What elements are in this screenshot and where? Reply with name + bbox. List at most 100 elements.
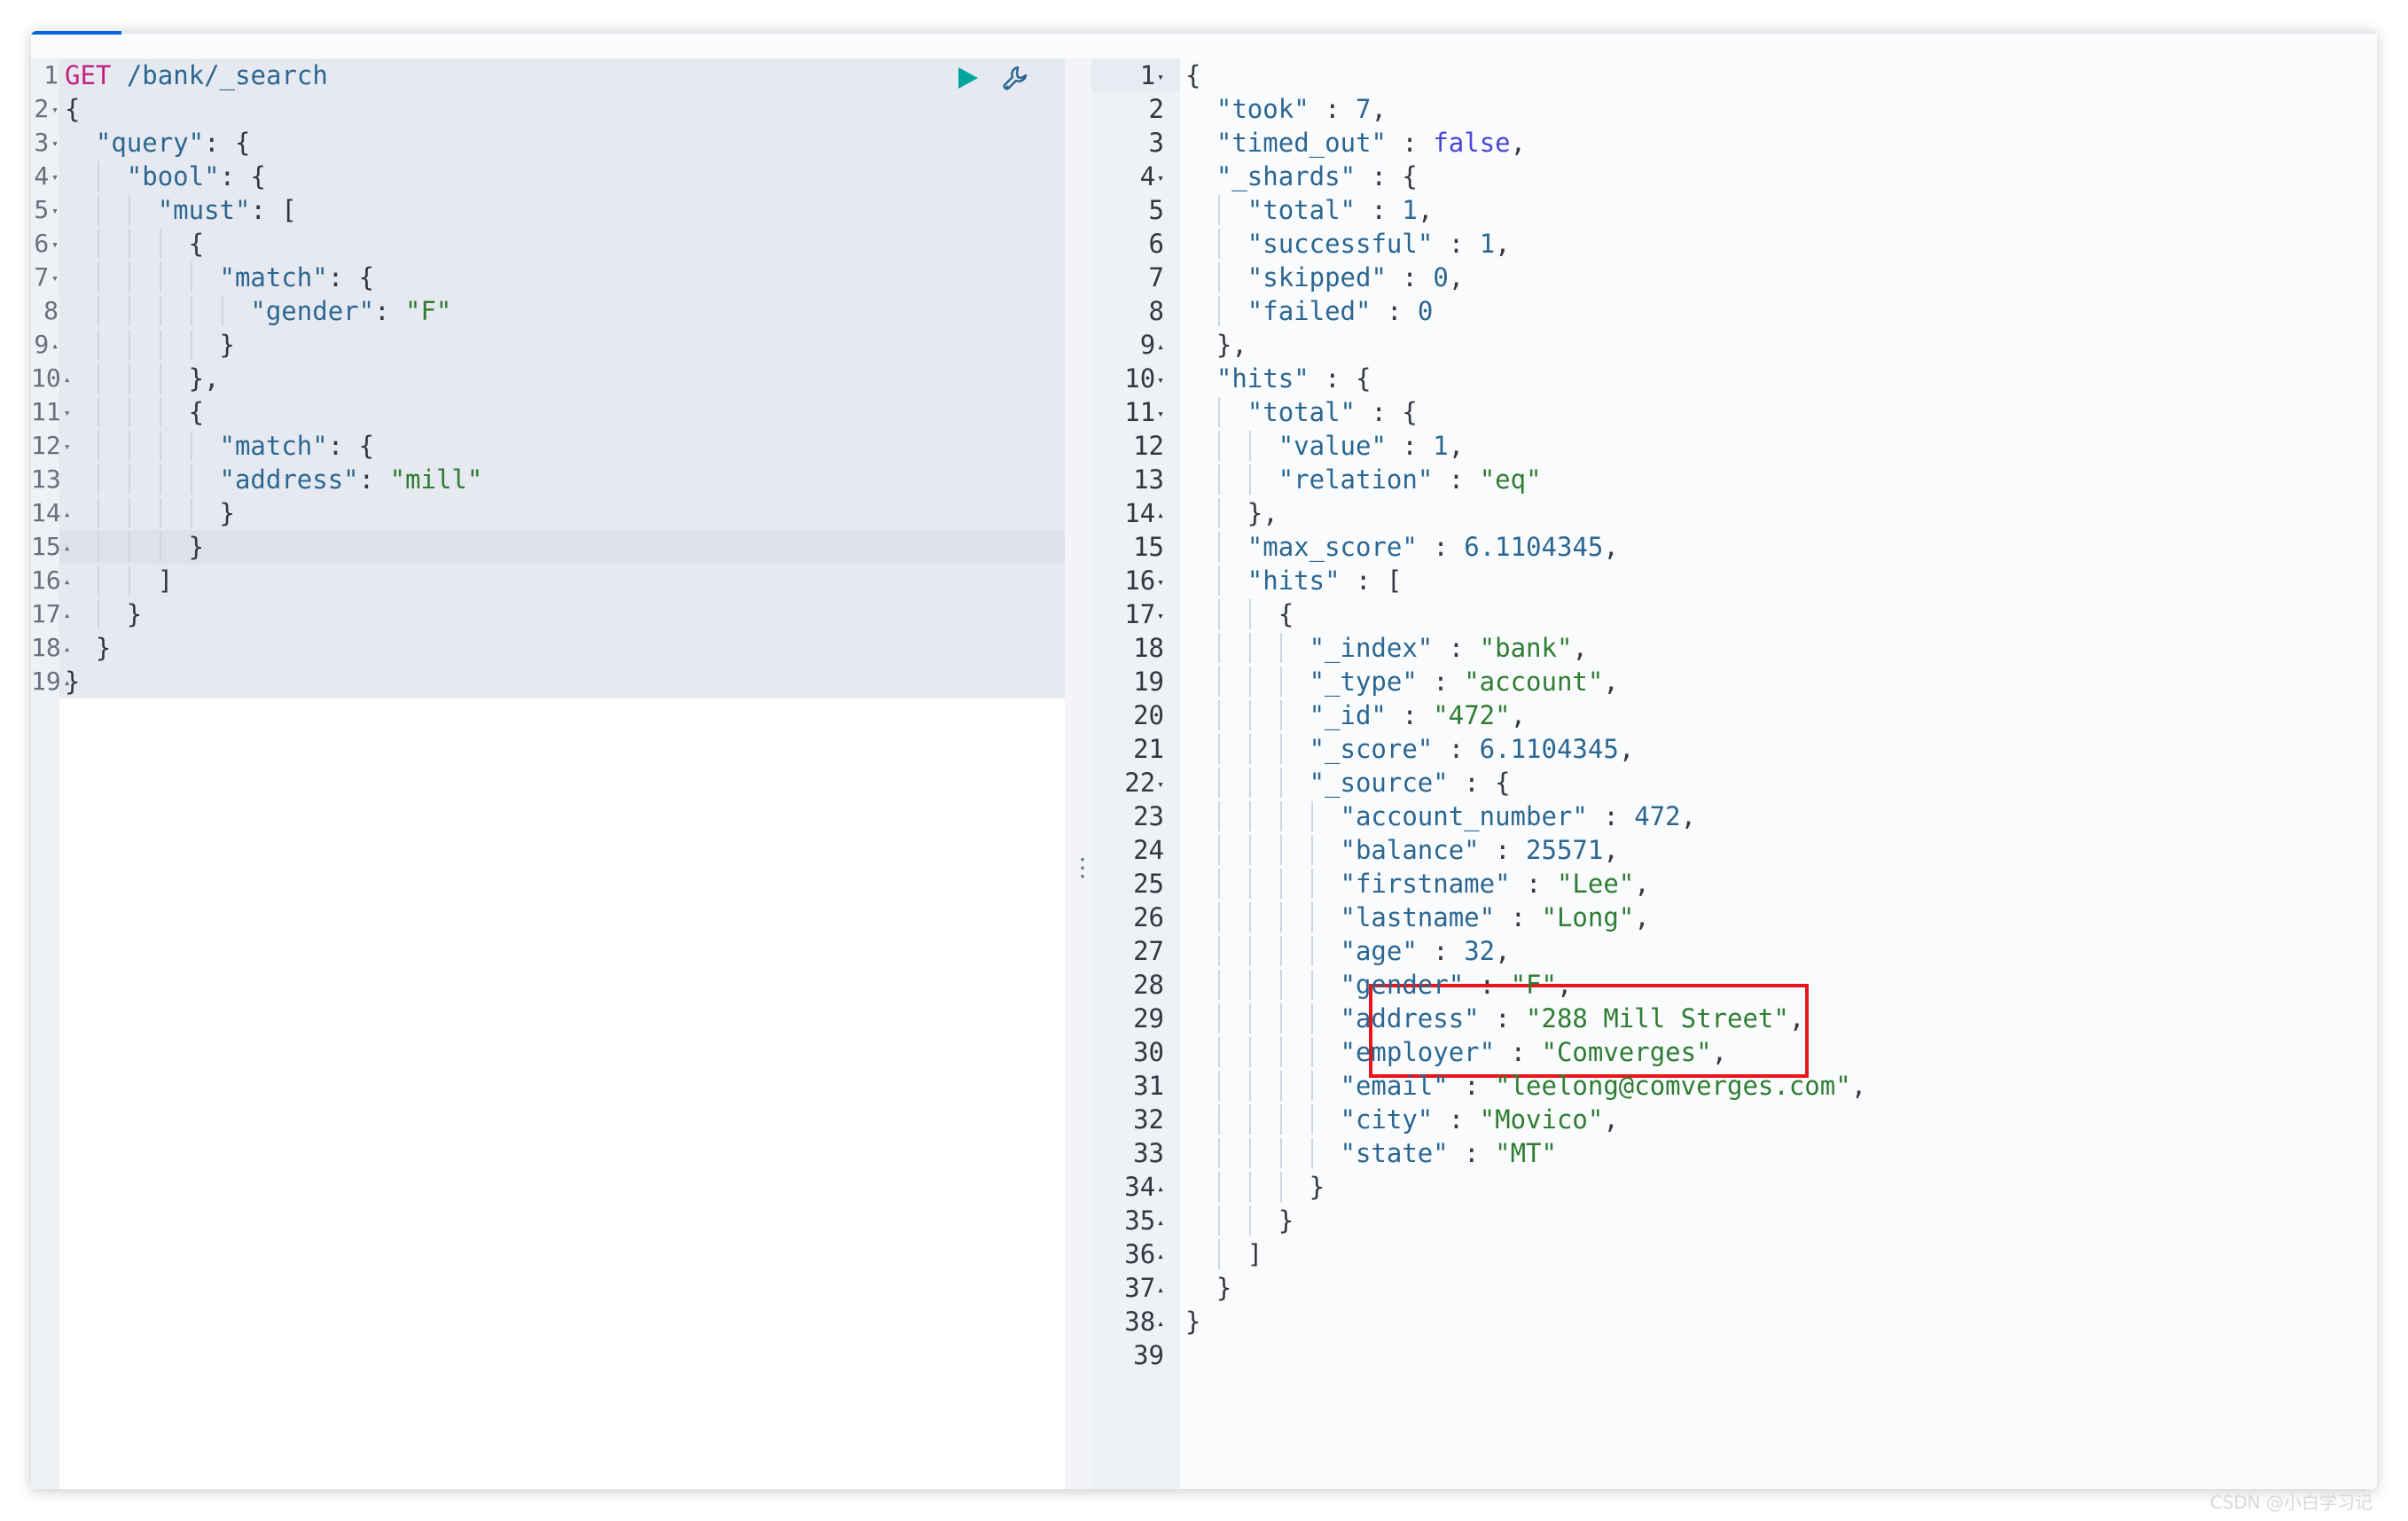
response-code-line: } (1185, 1305, 1200, 1338)
json-punctuation: , (1788, 1003, 1805, 1034)
fold-toggle-icon[interactable]: ▴ (1157, 1283, 1164, 1297)
indent-guide (1217, 296, 1220, 326)
json-punctuation: : { (1356, 397, 1418, 427)
indent-guide (1310, 1071, 1313, 1101)
active-tab-indicator[interactable] (31, 31, 121, 35)
fold-toggle-icon[interactable]: ▾ (51, 171, 59, 184)
json-key: "successful" (1247, 229, 1434, 259)
fold-toggle-icon[interactable]: ▾ (51, 272, 59, 285)
request-line-number-text: 11 (31, 397, 61, 426)
json-key: "bool" (126, 161, 220, 191)
json-punctuation: , (1510, 700, 1527, 730)
json-punctuation: : (1433, 229, 1480, 259)
fold-toggle-icon[interactable]: ▾ (51, 238, 59, 252)
fold-toggle-icon[interactable]: ▾ (1157, 71, 1164, 84)
indent-guide (97, 566, 99, 596)
fold-toggle-icon[interactable]: ▾ (1157, 778, 1164, 792)
response-line-number-text: 29 (1133, 1003, 1164, 1034)
indent-guide (1217, 1205, 1220, 1236)
response-line-number: 21 (1091, 732, 1164, 766)
fold-toggle-icon[interactable]: ▾ (51, 104, 59, 117)
fold-toggle-icon[interactable]: ▴ (1157, 1182, 1164, 1196)
indent-guide (1279, 1003, 1282, 1034)
response-line-number-text: 21 (1133, 734, 1164, 764)
fold-toggle-icon[interactable]: ▾ (1157, 374, 1164, 387)
request-code-line: } (220, 496, 235, 530)
indent-guide (1279, 902, 1282, 932)
fold-toggle-icon[interactable]: ▴ (64, 508, 71, 521)
json-punctuation: , (1634, 902, 1650, 932)
response-code-line: "skipped" : 0, (1247, 261, 1464, 294)
json-number: 6.1104345 (1479, 734, 1619, 764)
resize-handle[interactable]: ⋮ (1070, 855, 1095, 894)
response-line-number-text: 30 (1133, 1037, 1164, 1067)
indent-guide (1279, 1138, 1282, 1168)
request-line-number-text: 5 (34, 195, 50, 224)
json-punctuation: : { (204, 128, 251, 158)
json-punctuation: } (1216, 1273, 1232, 1303)
json-punctuation: , (1371, 94, 1387, 124)
json-string: "Comverges" (1541, 1037, 1712, 1067)
fold-toggle-icon[interactable]: ▴ (1157, 1216, 1164, 1229)
request-line-number: 19 ▴ (31, 665, 71, 704)
indent-guide (1217, 1071, 1220, 1101)
fold-toggle-icon[interactable]: ▴ (51, 339, 59, 353)
indent-guide (1310, 1138, 1313, 1168)
fold-toggle-icon[interactable]: ▴ (1157, 1250, 1164, 1263)
response-line-number: 7 (1091, 261, 1164, 294)
request-line-number-text: 18 (31, 633, 61, 662)
indent-guide (97, 397, 99, 427)
json-punctuation: { (65, 94, 81, 124)
response-code-line: { (1278, 597, 1294, 631)
fold-toggle-icon[interactable]: ▾ (51, 137, 59, 151)
json-punctuation: , (1603, 835, 1619, 865)
fold-toggle-icon[interactable]: ▾ (51, 205, 59, 218)
fold-toggle-icon[interactable]: ▴ (64, 609, 71, 622)
fold-toggle-icon[interactable]: ▴ (64, 542, 71, 555)
fold-toggle-icon[interactable]: ▾ (64, 407, 71, 420)
response-code-line: "email" : "leelong@comverges.com", (1341, 1069, 1867, 1103)
response-code-line: } (1278, 1204, 1294, 1237)
fold-toggle-icon[interactable]: ▴ (1157, 509, 1164, 522)
fold-toggle-icon[interactable]: ▾ (64, 441, 71, 454)
json-string: "Movico" (1479, 1104, 1604, 1135)
indent-guide (159, 229, 161, 259)
fold-toggle-icon[interactable]: ▴ (64, 575, 71, 589)
indent-guide (1279, 835, 1282, 865)
fold-toggle-icon[interactable]: ▴ (1157, 340, 1164, 354)
json-key: "account_number" (1340, 801, 1588, 831)
fold-toggle-icon[interactable]: ▴ (64, 643, 71, 656)
request-editor[interactable] (59, 58, 1065, 1489)
run-request-button[interactable] (954, 65, 981, 91)
indent-guide (190, 464, 192, 495)
indent-guide (97, 229, 99, 259)
fold-toggle-icon[interactable]: ▾ (1157, 610, 1164, 623)
indent-guide (1217, 1037, 1220, 1067)
fold-toggle-icon[interactable]: ▾ (1157, 576, 1164, 589)
indent-guide (97, 532, 99, 562)
indent-guide (1248, 633, 1251, 663)
response-code-line: }, (1216, 328, 1247, 362)
response-line-number-text: 22 (1124, 768, 1156, 798)
response-code-line: "_id" : "472", (1310, 698, 1526, 732)
indent-guide (97, 161, 99, 191)
indent-guide (1310, 801, 1313, 831)
json-punctuation: : (1433, 1104, 1480, 1135)
response-line-number-text: 5 (1148, 195, 1164, 225)
request-line-number-text: 19 (31, 667, 61, 696)
indent-guide (1279, 1037, 1282, 1067)
json-key: "hits" (1216, 363, 1310, 394)
request-path: /bank/_search (111, 60, 328, 90)
json-punctuation: : (1587, 801, 1635, 831)
fold-toggle-icon[interactable]: ▴ (1157, 1317, 1164, 1330)
json-punctuation: : (1386, 128, 1434, 158)
indent-guide (1279, 734, 1282, 764)
json-number: 472 (1634, 801, 1681, 831)
request-options-button[interactable] (1000, 64, 1030, 94)
fold-toggle-icon[interactable]: ▴ (64, 373, 71, 386)
fold-toggle-icon[interactable]: ▾ (1157, 408, 1164, 421)
indent-guide (1248, 464, 1251, 495)
fold-toggle-icon[interactable]: ▾ (1157, 172, 1164, 185)
response-line-number: 28 (1091, 968, 1164, 1002)
indent-guide (97, 262, 99, 292)
